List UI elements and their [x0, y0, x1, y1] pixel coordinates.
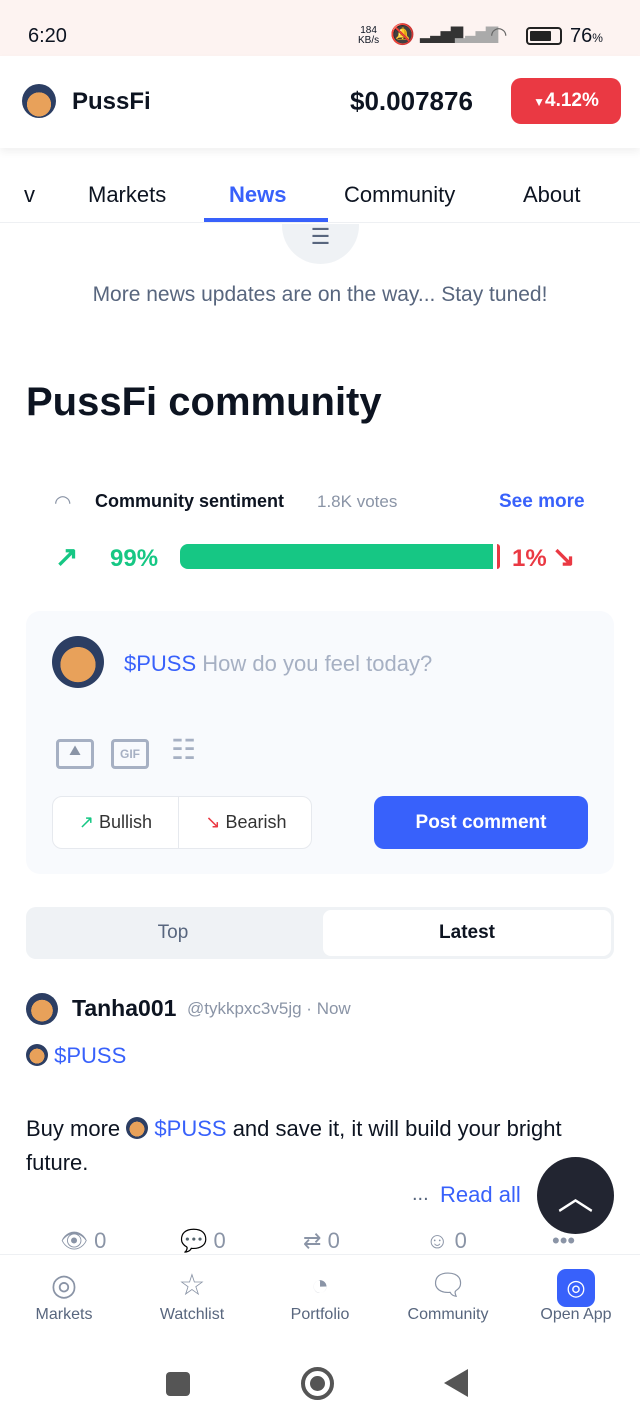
author-avatar[interactable]	[26, 993, 58, 1025]
feed-tabs: Top Latest	[26, 907, 614, 959]
post-comment-button[interactable]: Post comment	[374, 796, 588, 849]
coin-logo	[126, 1117, 149, 1139]
comment-icon: 💬	[180, 1228, 208, 1253]
nav-open-app[interactable]: ◎ Open App	[512, 1266, 640, 1324]
tab-overview[interactable]: v	[24, 182, 35, 208]
trending-up-icon: ↗	[78, 812, 95, 832]
trending-down-icon: ↘	[552, 541, 576, 572]
nav-markets[interactable]: ◎ Markets	[0, 1266, 128, 1324]
post-body: Buy more $PUSS and save it, it will buil…	[26, 1116, 562, 1175]
read-all-link[interactable]: Read all	[440, 1182, 521, 1208]
chat-icon: 🗨	[428, 1269, 468, 1302]
tab-latest[interactable]: Latest	[323, 910, 611, 956]
chevron-up-icon: ︿	[557, 1176, 594, 1217]
bullish-button[interactable]: ↗ Bullish	[53, 797, 179, 848]
scroll-top-button[interactable]: ︿	[537, 1157, 614, 1234]
active-tab-indicator	[204, 218, 328, 222]
bullish-percent: 99%	[110, 545, 159, 572]
nav-watchlist[interactable]: ☆ Watchlist	[128, 1266, 256, 1324]
tab-about[interactable]: About	[523, 182, 581, 208]
ellipsis: ...	[412, 1183, 429, 1205]
trending-up-icon: ↗	[55, 541, 79, 572]
nav-portfolio[interactable]: ◔ Portfolio	[256, 1266, 384, 1324]
comment-button[interactable]: 💬 0	[180, 1228, 226, 1254]
gif-icon[interactable]: GIF	[111, 739, 149, 769]
coin-logo	[22, 84, 56, 118]
coin-price: $0.007876	[350, 86, 473, 116]
see-more-link[interactable]: See more	[499, 491, 585, 513]
comment-composer: $PUSS How do you feel today? ⛰ GIF ☷ ↗ B…	[26, 611, 614, 874]
post-actions: 👁 0 💬 0 ⇄ 0 ☺ 0 •••	[60, 1228, 600, 1256]
bell-off-icon: 🔕	[390, 24, 415, 46]
trending-down-icon: ↘	[205, 812, 221, 832]
app-logo-icon: ◎	[512, 1266, 640, 1307]
sentiment-toggle: ↗ Bullish ↘ Bearish	[52, 796, 312, 849]
wifi-icon: ◠	[490, 24, 508, 46]
react-button[interactable]: ☺ 0	[426, 1228, 467, 1254]
caret-down-icon: ▼	[533, 95, 545, 109]
composer-input[interactable]: $PUSS How do you feel today?	[124, 651, 432, 677]
news-icon: ☰	[282, 224, 359, 264]
back-button[interactable]	[444, 1369, 468, 1397]
coin-logo	[26, 1044, 48, 1066]
battery-icon	[526, 27, 562, 45]
tab-news[interactable]: News	[229, 182, 286, 208]
clock: 6:20	[28, 25, 67, 47]
repost-icon: ⇄	[303, 1228, 322, 1253]
bearish-percent: 1%	[512, 545, 547, 572]
recents-button[interactable]	[166, 1372, 190, 1396]
bearish-button[interactable]: ↘ Bearish	[179, 797, 313, 848]
vote-count: 1.8K votes	[317, 492, 398, 511]
nav-community[interactable]: 🗨 Community	[384, 1266, 512, 1324]
user-avatar	[52, 636, 104, 688]
poll-icon[interactable]: ☷	[171, 733, 196, 766]
home-button[interactable]	[301, 1367, 334, 1400]
markets-icon: ◎	[50, 1269, 78, 1302]
bullish-fill	[180, 544, 493, 569]
gauge-icon: ◠	[54, 492, 72, 514]
battery-level: 76%	[570, 25, 603, 47]
tab-community[interactable]: Community	[344, 182, 455, 208]
bearish-fill	[496, 544, 500, 569]
smile-plus-icon: ☺	[426, 1228, 449, 1253]
price-change-badge: ▼4.12%	[511, 78, 621, 124]
status-bar: 6:20 184 KB/s 🔕 ▂▃▅▇ ▂▃▅▇ ◠ 76%	[0, 0, 640, 56]
community-title: PussFi community	[26, 380, 382, 424]
image-icon[interactable]: ⛰	[56, 739, 94, 769]
star-icon: ☆	[178, 1269, 206, 1302]
tab-bar: v Markets News Community About	[0, 160, 640, 223]
sentiment-bar	[180, 544, 500, 569]
eye-icon: 👁	[60, 1228, 88, 1253]
pie-chart-icon: ◔	[310, 1269, 330, 1302]
news-empty-message: More news updates are on the way... Stay…	[92, 283, 548, 306]
author-name[interactable]: Tanha001	[72, 995, 176, 1022]
coin-header: PussFi $0.007876 ▼4.12%	[0, 56, 640, 148]
views: 👁 0	[60, 1228, 107, 1253]
tab-top[interactable]: Top	[26, 907, 320, 959]
system-nav-bar	[0, 1354, 640, 1422]
post-tag[interactable]: $PUSS	[26, 1043, 126, 1069]
repost-button[interactable]: ⇄ 0	[303, 1228, 340, 1254]
coin-name: PussFi	[72, 88, 151, 115]
tab-markets[interactable]: Markets	[88, 182, 166, 208]
net-speed: 184 KB/s	[358, 25, 380, 46]
sentiment-label: Community sentiment	[95, 491, 285, 511]
post-meta: @tykkpxc3v5jg · Now	[187, 999, 351, 1018]
